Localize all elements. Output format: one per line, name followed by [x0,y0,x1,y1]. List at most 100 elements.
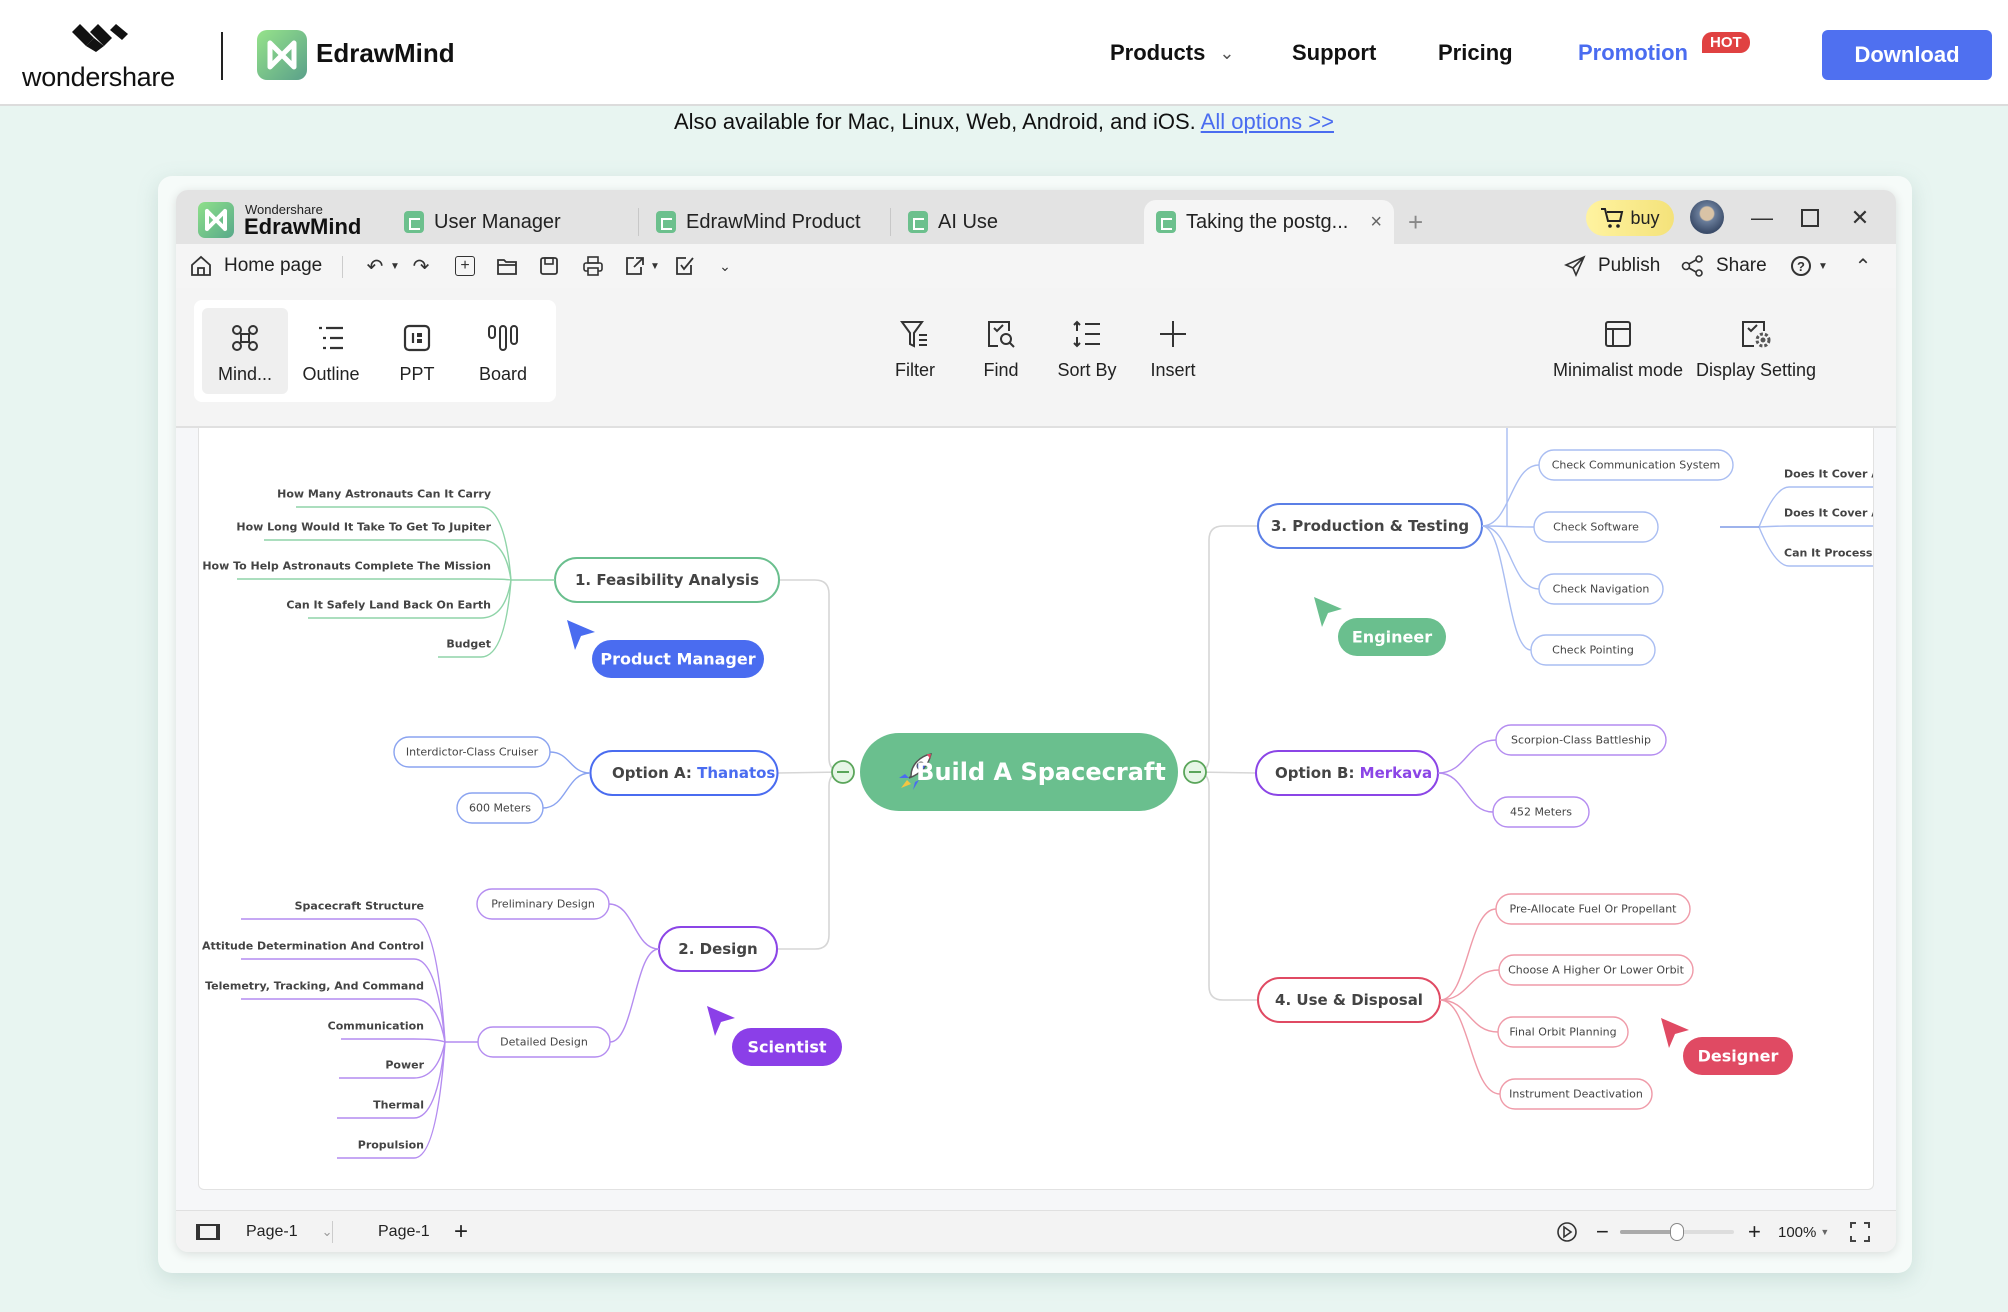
toolbar-separator [342,256,343,278]
root-node-label: Build A Spacecraft [916,758,1166,786]
collaborator-cursor-icon [707,1006,735,1036]
display-setting-button[interactable]: Display Setting [1694,304,1818,390]
zoom-out-button[interactable]: − [1596,1211,1609,1252]
view-ppt-button[interactable]: PPT [374,308,460,394]
zoom-slider[interactable] [1620,1211,1734,1252]
more-tools-icon[interactable]: ⌄ [712,253,738,279]
canvas-area: Build A Spacecraft 1. Feasibility Analysi… [176,428,1896,1210]
fullscreen-icon[interactable] [1850,1211,1870,1252]
tool-label: Insert [1150,360,1196,380]
connector-line [1481,525,1540,590]
detailed-design-child-label: Attitude Determination And Control [202,940,424,953]
minimalist-mode-button[interactable]: Minimalist mode [1553,304,1683,390]
edrawmind-logo-icon[interactable] [257,30,307,80]
new-tab-button[interactable]: + [1408,200,1423,244]
connector-line [779,579,844,773]
connector-line [1481,525,1535,528]
tab-ai-use[interactable]: AI Use [896,200,1136,244]
download-button[interactable]: Download [1822,30,1992,80]
all-options-link[interactable]: All options >> [1201,109,1334,134]
new-file-icon[interactable]: + [452,253,478,279]
zoom-slider-handle[interactable] [1670,1223,1684,1241]
design-node-label: 2. Design [678,940,757,958]
connector-line [549,751,591,774]
task-check-icon[interactable] [672,253,698,279]
app-logo-icon [198,202,234,238]
view-outline-button[interactable]: Outline [288,308,374,394]
tool-label: Sort By [1057,360,1117,380]
user-avatar[interactable] [1690,200,1724,234]
tab-label: User Manager [434,210,561,233]
filter-button[interactable]: Filter [872,304,958,390]
banner-text: Also available for Mac, Linux, Web, Andr… [674,109,1196,134]
share-button[interactable]: Share [1716,244,1767,288]
zoom-dropdown-icon: ▼ [1820,1227,1830,1237]
sort-by-button[interactable]: Sort By [1044,304,1130,390]
page-tab[interactable]: Page-1 [378,1211,430,1252]
collapse-ribbon-icon[interactable]: ⌃ [1850,253,1876,279]
connector-line [609,948,660,1043]
tool-label: Display Setting [1695,360,1817,380]
option-b-child-label: 452 Meters [1510,806,1572,819]
tab-label: EdrawMind Product [686,210,861,233]
connector-line [1437,739,1497,774]
connector-line [1194,525,1258,773]
mindmap-doc-icon [1156,211,1176,233]
open-folder-icon[interactable] [494,253,520,279]
zoom-level-select[interactable]: 100% ▼ [1778,1211,1829,1252]
find-button[interactable]: Find [958,304,1044,390]
home-page-button[interactable]: Home page [224,244,322,288]
zoom-slider-fill [1620,1230,1677,1234]
nav-promotion[interactable]: Promotion [1578,0,1688,106]
feasibility-child-label: How Many Astronauts Can It Carry [277,488,491,501]
tab-separator [890,208,891,236]
minimize-button[interactable]: — [1742,200,1782,236]
nav-support[interactable]: Support [1292,0,1376,106]
mindmap-canvas[interactable]: Build A Spacecraft 1. Feasibility Analysi… [198,428,1874,1190]
wondershare-logo[interactable]: wondershare [22,20,182,92]
save-icon[interactable] [536,253,562,279]
maximize-button[interactable] [1790,200,1830,236]
detailed-design-child-label: Thermal [373,1099,424,1112]
play-slideshow-icon[interactable] [1556,1211,1578,1252]
insert-button[interactable]: Insert [1130,304,1216,390]
edrawmind-product-name[interactable]: EdrawMind [316,38,455,69]
tab-taking-the-postgraduate[interactable]: Taking the postg... × [1144,200,1394,244]
buy-button[interactable]: buy [1586,200,1674,236]
nav-pricing[interactable]: Pricing [1438,0,1513,106]
view-mindmap-button[interactable]: Mind... [202,308,288,394]
tab-separator [638,208,639,236]
collaborator-cursor-icon [1661,1018,1689,1048]
mindmap-doc-icon [656,211,676,233]
help-dropdown-icon[interactable]: ▼ [1810,253,1836,279]
status-separator [332,1211,333,1252]
nav-products[interactable]: Products ⌄ [1110,0,1234,106]
availability-banner: Also available for Mac, Linux, Web, Andr… [0,106,2008,138]
chevron-down-icon: ⌄ [1219,42,1235,63]
redo-icon[interactable]: ↷ [408,253,434,279]
connector-line [1481,525,1532,651]
wondershare-mark-icon [72,24,128,52]
ppt-icon [403,318,431,358]
feasibility-node-label: 1. Feasibility Analysis [575,571,759,589]
option-a-child-label: 600 Meters [469,802,531,815]
undo-dropdown-icon[interactable]: ▼ [382,253,408,279]
detailed-design-child-label: Spacecraft Structure [295,900,424,913]
buy-label: buy [1630,207,1660,228]
tab-edrawmind-product[interactable]: EdrawMind Product [644,200,884,244]
view-board-button[interactable]: Board [460,308,546,394]
zoom-in-button[interactable]: + [1748,1211,1761,1252]
home-icon[interactable] [188,253,214,279]
close-window-button[interactable]: ✕ [1840,200,1880,236]
add-page-button[interactable]: + [454,1211,468,1252]
page-select[interactable]: Page-1 ⌄ [246,1211,333,1252]
export-dropdown-icon[interactable]: ▼ [642,253,668,279]
tab-user-manager[interactable]: User Manager [392,200,632,244]
option-b-child-label: Scorpion-Class Battleship [1511,734,1651,747]
page-panel-icon[interactable] [196,1211,220,1252]
use-disposal-child-label: Instrument Deactivation [1509,1088,1643,1101]
detailed-design-child-label: Communication [328,1020,424,1033]
close-tab-icon[interactable]: × [1370,211,1382,234]
print-icon[interactable] [580,253,606,279]
publish-button[interactable]: Publish [1598,244,1660,288]
